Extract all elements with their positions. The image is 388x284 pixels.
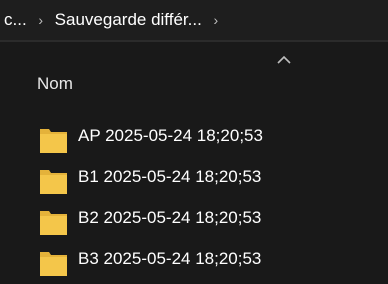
file-name: B2 2025-05-24 18;20;53	[78, 208, 262, 227]
breadcrumb[interactable]: c... › Sauvegarde différ... ›	[0, 0, 388, 40]
breadcrumb-item-parent[interactable]: c...	[4, 0, 27, 40]
file-name: AP 2025-05-24 18;20;53	[78, 126, 263, 145]
list-item[interactable]: B1 2025-05-24 18;20;53	[0, 159, 388, 200]
folder-icon	[40, 129, 67, 153]
column-header-row: Nom	[0, 42, 388, 110]
folder-icon	[40, 170, 67, 194]
list-item[interactable]: AP 2025-05-24 18;20;53	[0, 118, 388, 159]
file-name: B3 2025-05-24 18;20;53	[78, 249, 262, 268]
breadcrumb-item-current[interactable]: Sauvegarde différ...	[55, 0, 202, 40]
folder-icon	[40, 211, 67, 235]
list-item[interactable]: B2 2025-05-24 18;20;53	[0, 200, 388, 241]
folder-icon	[40, 252, 67, 276]
chevron-right-icon[interactable]: ›	[27, 0, 55, 40]
list-item[interactable]: B3 2025-05-24 18;20;53	[0, 241, 388, 282]
file-explorer-window: c... › Sauvegarde différ... › Nom AP 202…	[0, 0, 388, 284]
chevron-up-icon[interactable]	[277, 55, 291, 65]
column-header-name[interactable]: Nom	[37, 74, 73, 94]
file-name: B1 2025-05-24 18;20;53	[78, 167, 262, 186]
chevron-right-icon[interactable]: ›	[202, 0, 230, 40]
file-list: AP 2025-05-24 18;20;53 B1 2025-05-24 18;…	[0, 118, 388, 282]
